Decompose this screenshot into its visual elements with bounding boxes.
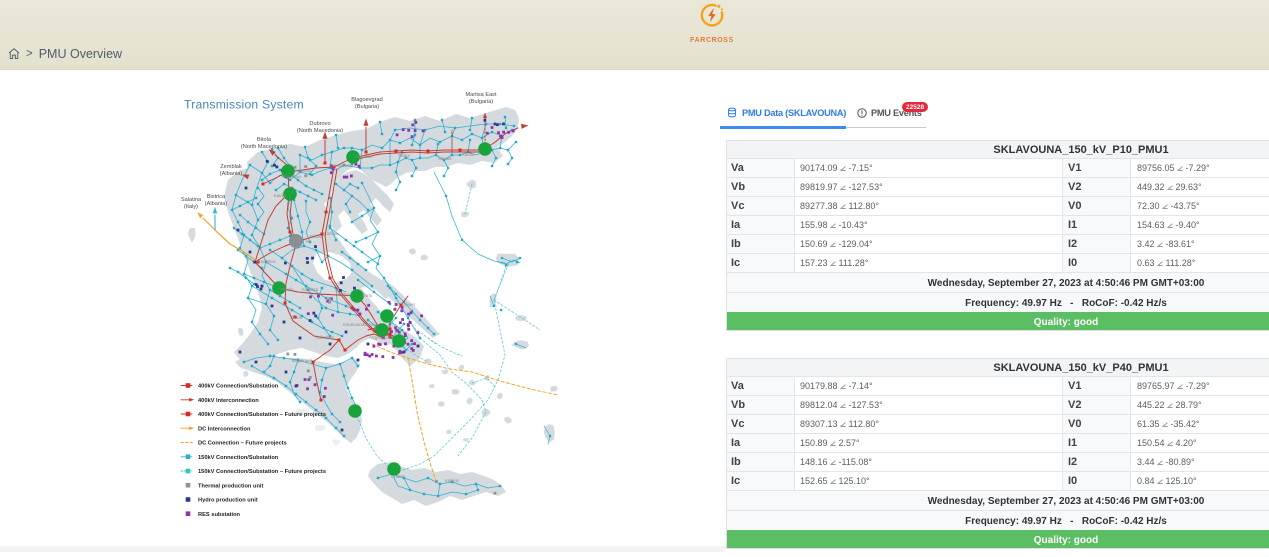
svg-text:Megalopoli: Megalopoli [292, 358, 313, 363]
svg-text:Lamia: Lamia [338, 292, 350, 297]
svg-text:Transmission System: Transmission System [184, 98, 304, 112]
svg-text:Kalasheri: Kalasheri [316, 335, 334, 340]
svg-text:150kV Connection/Substation –: 150kV Connection/Substation – Future pro… [198, 469, 326, 475]
svg-text:Xanthi: Xanthi [462, 152, 474, 157]
svg-text:(North Macedonia): (North Macedonia) [241, 144, 287, 150]
svg-text:Trikala: Trikala [281, 287, 294, 292]
svg-text:150kV Connection/Substation: 150kV Connection/Substation [198, 455, 279, 461]
svg-text:Zemblak: Zemblak [220, 164, 242, 170]
svg-text:(Albania): (Albania) [205, 201, 228, 207]
svg-text:Bitola: Bitola [257, 137, 272, 143]
svg-text:Blagoevgrad: Blagoevgrad [351, 97, 382, 103]
svg-text:Kardia: Kardia [274, 193, 287, 198]
svg-text:(North Macedonia): (North Macedonia) [297, 128, 343, 134]
svg-text:(Italy): (Italy) [184, 204, 198, 210]
svg-text:DC Interconnection: DC Interconnection [198, 426, 251, 432]
svg-text:(Bulgaria): (Bulgaria) [355, 104, 379, 110]
svg-text:Larissa: Larissa [324, 231, 338, 236]
svg-text:Amyntaio: Amyntaio [283, 174, 302, 179]
svg-text:Agiasolo: Agiasolo [295, 168, 312, 173]
svg-text:Bistrica: Bistrica [207, 194, 226, 200]
svg-text:400kV Connection/Substation –: 400kV Connection/Substation – Future pro… [198, 412, 326, 418]
svg-text:(Albania): (Albania) [220, 171, 243, 177]
svg-text:Dubrovo: Dubrovo [309, 121, 330, 127]
svg-text:Lagadas: Lagadas [356, 154, 373, 159]
svg-text:Platos: Platos [290, 315, 302, 320]
svg-text:Chania: Chania [391, 474, 405, 479]
svg-text:DC Connection – Future project: DC Connection – Future projects [198, 441, 287, 447]
svg-text:Karditsa: Karditsa [302, 287, 318, 292]
svg-text:Aliveri: Aliveri [403, 302, 415, 307]
svg-text:Filippi: Filippi [398, 153, 409, 158]
svg-text:Irakleio: Irakleio [445, 478, 459, 483]
svg-text:Thermal production unit: Thermal production unit [198, 483, 264, 489]
svg-text:400kV Interconnection: 400kV Interconnection [198, 398, 259, 404]
svg-text:Thessaloniki: Thessaloniki [329, 163, 353, 168]
svg-text:Kavala: Kavala [438, 156, 452, 161]
svg-text:Koumoundourou: Koumoundourou [343, 322, 375, 327]
svg-text:Trikala: Trikala [310, 234, 323, 239]
svg-text:400kV Connection/Substation: 400kV Connection/Substation [198, 384, 279, 390]
svg-text:Maritsa East: Maritsa East [465, 92, 497, 98]
svg-text:RES substation: RES substation [198, 512, 241, 518]
svg-text:Livrio: Livrio [362, 293, 373, 298]
svg-text:Argyroupoli: Argyroupoli [369, 335, 391, 340]
svg-text:Iro: Iro [305, 239, 311, 244]
svg-text:(Bulgaria): (Bulgaria) [469, 99, 493, 105]
svg-text:Hydro production unit: Hydro production unit [198, 498, 258, 504]
svg-text:Salatina: Salatina [181, 197, 202, 203]
svg-text:Arachthos: Arachthos [256, 259, 275, 264]
